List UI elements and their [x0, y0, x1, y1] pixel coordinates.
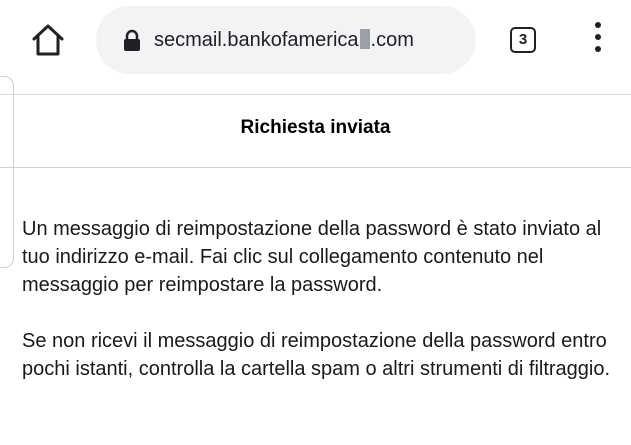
message-body: Un messaggio di reimpostazione della pas… [22, 215, 627, 411]
more-vert-icon[interactable] [588, 22, 608, 62]
url-text: secmail.bankofamerica .com [154, 6, 414, 74]
redaction-mark [359, 29, 370, 49]
url-domain: secmail.bankofamerica [154, 29, 359, 51]
page-title: Richiesta inviata [240, 117, 391, 138]
tab-count: 3 [518, 31, 528, 48]
page: secmail.bankofamerica .com 3 Richiesta in… [0, 0, 631, 445]
message-paragraph: Un messaggio di reimpostazione della pas… [22, 218, 602, 296]
message-paragraph: Se non ricevi il messaggio di reimpostaz… [22, 330, 611, 380]
page-header: Richiesta inviata [0, 94, 631, 168]
lock-icon [123, 29, 141, 51]
address-bar[interactable]: secmail.bankofamerica .com [96, 6, 476, 74]
home-icon[interactable] [30, 22, 66, 58]
tab-switcher-button[interactable]: 3 [510, 27, 536, 53]
url-tld: .com [370, 29, 414, 51]
browser-toolbar: secmail.bankofamerica .com 3 [0, 0, 631, 78]
